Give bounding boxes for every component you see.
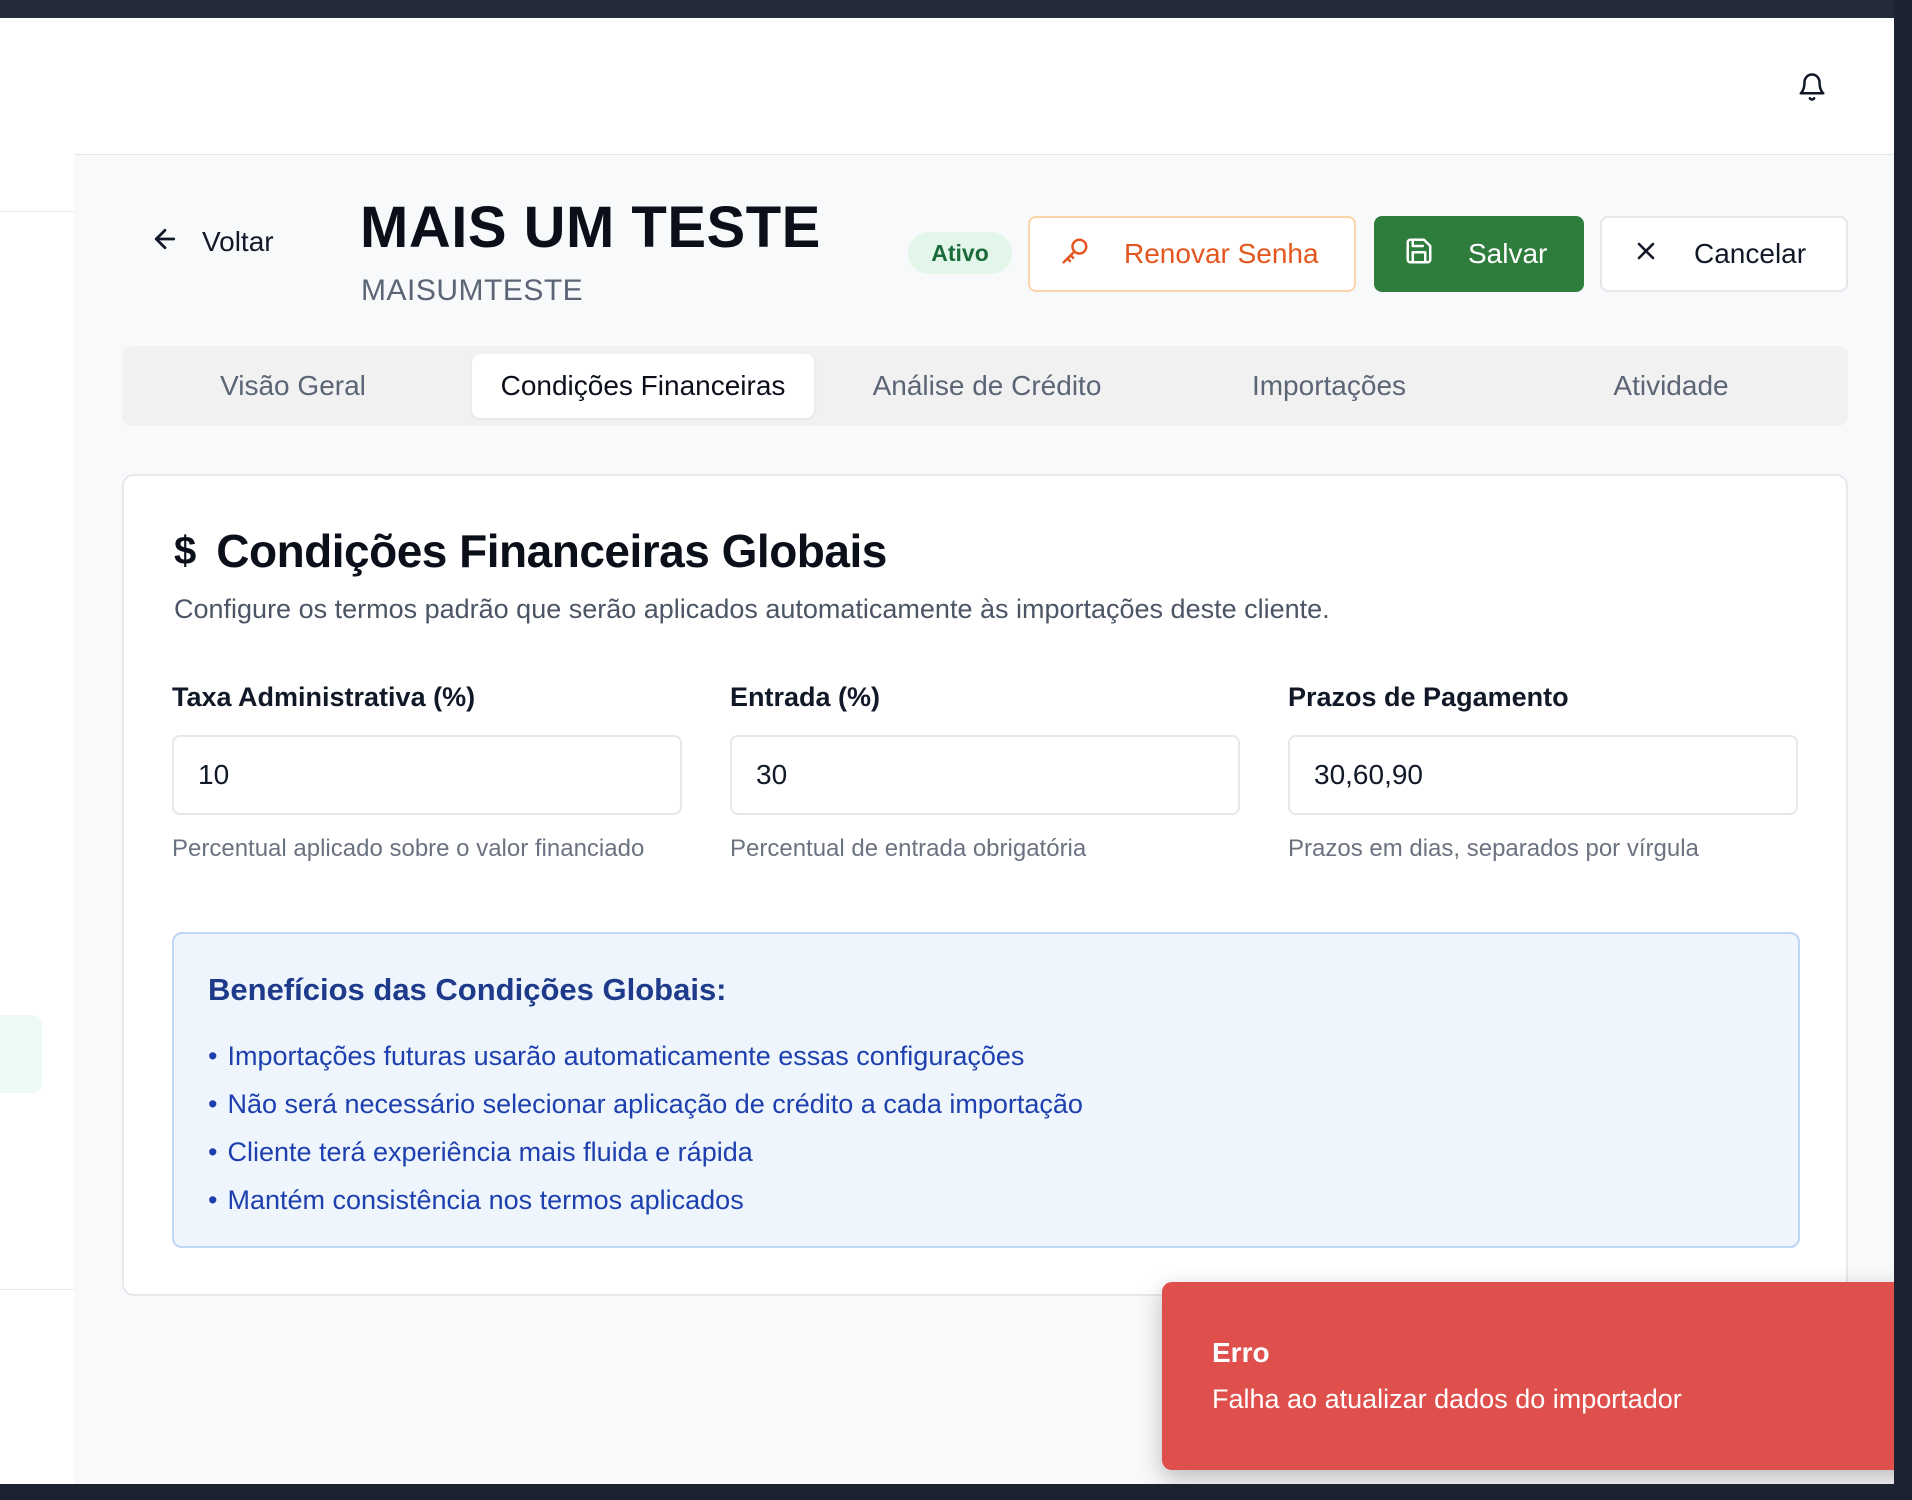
benefits-list: • Importações futuras usarão automaticame… xyxy=(208,1032,1083,1224)
main-window: Voltar MAIS UM TESTE MAISUMTESTE Ativo R… xyxy=(74,18,1912,1484)
close-icon xyxy=(1632,237,1660,272)
down-payment-hint: Percentual de entrada obrigatória xyxy=(730,835,1087,862)
down-payment-input[interactable]: 30 xyxy=(730,735,1240,815)
key-icon xyxy=(1060,236,1090,273)
window-frame-bottom xyxy=(0,1484,1912,1500)
admin-fee-input[interactable]: 10 xyxy=(172,735,682,815)
renew-password-button[interactable]: Renovar Senha xyxy=(1028,216,1356,292)
sidebar-divider xyxy=(0,211,74,212)
tab-condicoes-financeiras[interactable]: Condições Financeiras xyxy=(472,354,814,418)
page-title: MAIS UM TESTE xyxy=(360,195,821,260)
payment-terms-field: Prazos de Pagamento 30,60,90 Prazos em d… xyxy=(1288,682,1798,863)
admin-fee-field: Taxa Administrativa (%) 10 Percentual ap… xyxy=(172,682,682,863)
card-title-text: Condições Financeiras Globais xyxy=(216,525,887,577)
list-item: • Não será necessário selecionar aplicaçã… xyxy=(208,1089,1083,1119)
top-navbar xyxy=(74,18,1894,155)
toast-title: Erro xyxy=(1212,1337,1270,1368)
floppy-disk-icon xyxy=(1404,236,1434,273)
page-subtitle: MAISUMTESTE xyxy=(361,274,584,307)
financial-conditions-card: $ Condições Financeiras Globais Configur… xyxy=(122,474,1848,1296)
sidebar-collapsed xyxy=(0,18,75,1484)
dollar-icon: $ xyxy=(174,528,197,573)
benefits-box: Benefícios das Condições Globais: • Impor… xyxy=(172,932,1800,1248)
list-item: • Importações futuras usarão automaticame… xyxy=(208,1041,1025,1071)
admin-fee-label: Taxa Administrativa (%) xyxy=(172,682,476,712)
save-button[interactable]: Salvar xyxy=(1374,216,1584,292)
window-frame-right xyxy=(1894,0,1912,1500)
back-label: Voltar xyxy=(202,226,274,257)
renew-password-label: Renovar Senha xyxy=(1124,238,1319,269)
payment-terms-input[interactable]: 30,60,90 xyxy=(1288,735,1798,815)
card-title: $ Condições Financeiras Globais xyxy=(174,524,887,578)
tab-bar: Visão Geral Condições Financeiras Anális… xyxy=(122,346,1848,426)
payment-terms-hint: Prazos em dias, separados por vírgula xyxy=(1288,835,1699,862)
sidebar-divider xyxy=(0,1289,74,1290)
down-payment-label: Entrada (%) xyxy=(730,682,881,712)
window-frame-top xyxy=(0,0,1912,18)
save-label: Salvar xyxy=(1468,238,1548,269)
card-description: Configure os termos padrão que serão apl… xyxy=(174,594,1330,624)
back-button[interactable]: Voltar xyxy=(150,217,274,267)
tab-analise-de-credito[interactable]: Análise de Crédito xyxy=(816,354,1158,418)
status-badge: Ativo xyxy=(908,232,1012,274)
list-item: • Mantém consistência nos termos aplicado… xyxy=(208,1185,744,1215)
tab-importacoes[interactable]: Importações xyxy=(1158,354,1500,418)
benefits-title: Benefícios das Condições Globais: xyxy=(208,972,727,1007)
payment-terms-label: Prazos de Pagamento xyxy=(1288,682,1569,712)
bell-icon[interactable] xyxy=(1792,67,1832,107)
sidebar-active-item[interactable] xyxy=(0,1015,42,1093)
page-header: Voltar MAIS UM TESTE MAISUMTESTE Ativo R… xyxy=(74,154,1894,324)
tab-atividade[interactable]: Atividade xyxy=(1500,354,1842,418)
admin-fee-hint: Percentual aplicado sobre o valor financ… xyxy=(172,835,645,862)
tab-visao-geral[interactable]: Visão Geral xyxy=(130,354,456,418)
list-item: • Cliente terá experiência mais fluida e … xyxy=(208,1137,753,1167)
error-toast[interactable]: Erro Falha ao atualizar dados do importa… xyxy=(1162,1282,1912,1470)
arrow-left-icon xyxy=(150,224,180,261)
toast-message: Falha ao atualizar dados do importador xyxy=(1212,1384,1682,1414)
cancel-button[interactable]: Cancelar xyxy=(1600,216,1848,292)
cancel-label: Cancelar xyxy=(1694,238,1807,269)
down-payment-field: Entrada (%) 30 Percentual de entrada obr… xyxy=(730,682,1240,863)
